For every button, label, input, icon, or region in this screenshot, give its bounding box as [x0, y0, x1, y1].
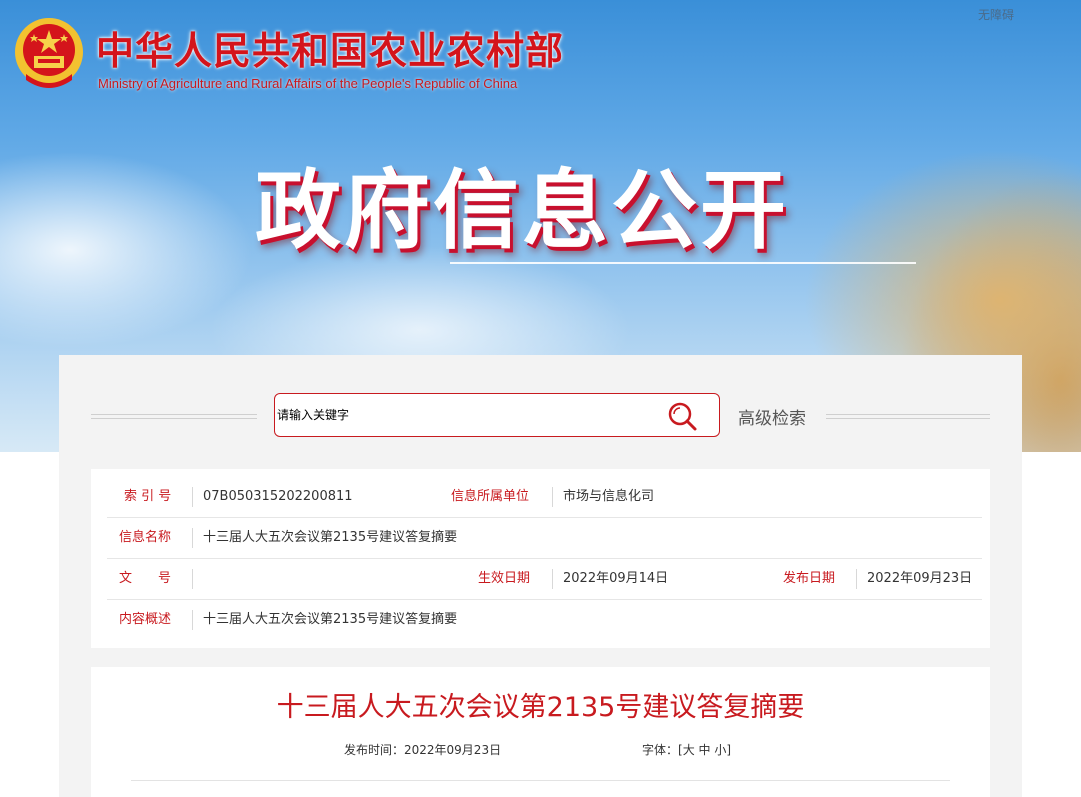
index-label: 索 引 号 — [124, 489, 172, 504]
meta-row-summary: 内容概述 十三届人大五次会议第2135号建议答复摘要 — [107, 600, 982, 640]
search-divider-right — [826, 414, 990, 419]
publish-date-label: 发布日期 — [783, 571, 836, 586]
font-size-small-button[interactable]: 小 — [714, 743, 726, 757]
article-divider — [131, 780, 950, 781]
hero-title: 政府信息公开 — [255, 161, 789, 261]
meta-row-dates: 文 号 生效日期 2022年09月14日 发布日期 2022年09月23日 — [107, 559, 982, 600]
unit-value: 市场与信息化司 — [563, 489, 655, 504]
info-metadata-table: 索 引 号 07B050315202200811 信息所属单位 市场与信息化司 … — [91, 469, 990, 648]
article-title: 十三届人大五次会议第2135号建议答复摘要 — [276, 692, 805, 723]
font-size-large-button[interactable]: 大 — [683, 743, 695, 757]
summary-label: 内容概述 — [119, 612, 172, 627]
advanced-search-link[interactable]: 高级检索 — [738, 404, 806, 429]
column-separator — [552, 569, 553, 589]
index-value: 07B050315202200811 — [203, 489, 353, 504]
effective-date-label: 生效日期 — [478, 571, 531, 586]
font-size-bracket: ] — [726, 743, 732, 757]
name-label: 信息名称 — [119, 530, 172, 545]
font-size-medium-button[interactable]: 中 — [699, 743, 711, 757]
search-icon[interactable] — [665, 400, 699, 432]
site-subtitle: Ministry of Agriculture and Rural Affair… — [98, 76, 518, 91]
column-separator — [192, 610, 193, 630]
article-section: 十三届人大五次会议第2135号建议答复摘要 发布时间：2022年09月23日 字… — [91, 667, 990, 797]
search-divider-left — [91, 414, 257, 419]
doc-number-label: 文 号 — [119, 571, 172, 586]
column-separator — [856, 569, 857, 589]
hero-divider — [450, 262, 916, 264]
font-size-switcher: 字体：[大 中 小] — [642, 741, 731, 758]
national-emblem-icon[interactable] — [12, 14, 86, 94]
accessibility-link[interactable]: 无障碍 — [978, 6, 1014, 23]
meta-row-index: 索 引 号 07B050315202200811 信息所属单位 市场与信息化司 — [107, 477, 982, 518]
column-separator — [192, 487, 193, 507]
column-separator — [552, 487, 553, 507]
font-size-label: 字体：[ — [642, 743, 683, 757]
effective-date-value: 2022年09月14日 — [563, 571, 669, 586]
unit-label: 信息所属单位 — [451, 489, 530, 504]
summary-value: 十三届人大五次会议第2135号建议答复摘要 — [203, 612, 458, 627]
search-input[interactable] — [277, 396, 657, 434]
column-separator — [192, 569, 193, 589]
site-title[interactable]: 中华人民共和国农业农村部 — [96, 20, 564, 75]
publish-date-value: 2022年09月23日 — [867, 571, 973, 586]
article-publish-time: 发布时间：2022年09月23日 — [344, 743, 502, 757]
search-box — [274, 393, 720, 437]
meta-row-name: 信息名称 十三届人大五次会议第2135号建议答复摘要 — [107, 518, 982, 559]
name-value: 十三届人大五次会议第2135号建议答复摘要 — [203, 530, 458, 545]
column-separator — [192, 528, 193, 548]
